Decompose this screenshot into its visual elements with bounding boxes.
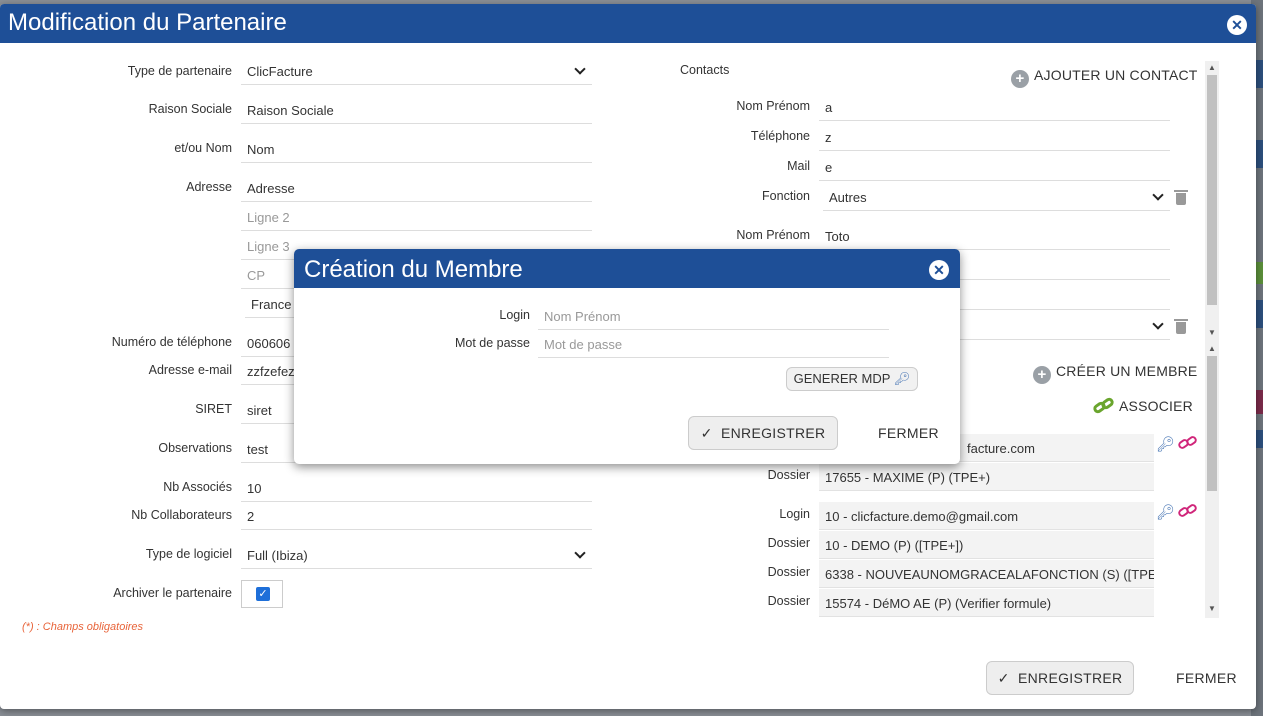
create-member-label: CRÉER UN MEMBRE [1056,363,1198,379]
key-icon[interactable]: 🔑︎ [1156,503,1175,521]
sub-modal-header: Création du Membre ✕ [294,249,960,288]
close-icon[interactable]: ✕ [929,260,949,280]
generate-password-button[interactable]: GENERER MDP 🔑︎ [786,367,918,391]
type-logiciel-label: Type de logiciel [145,547,232,561]
plus-icon: + [1033,366,1051,384]
scroll-down-icon[interactable]: ▼ [1208,604,1216,613]
scrollbar-thumb[interactable] [1207,356,1217,491]
raison-sociale-label: Raison Sociale [148,102,232,116]
type-logiciel-select[interactable]: Full (Ibiza) [241,541,592,569]
unlink-icon[interactable] [1176,502,1199,519]
trash-icon[interactable] [1174,318,1188,334]
member2-login-label: Login [779,507,810,521]
create-member-button[interactable]: + CRÉER UN MEMBRE [1033,363,1197,384]
contact-tel-input[interactable]: z [819,123,1170,151]
login-input[interactable]: Nom Prénom [538,302,889,330]
key-icon[interactable]: 🔑︎ [1156,435,1175,453]
required-fields-note: (*) : Champs obligatoires [22,621,144,633]
raison-sociale-input[interactable]: Raison Sociale [241,96,592,124]
check-icon: ✓ [700,425,713,441]
nb-associes-label: Nb Associés [163,480,232,494]
password-input[interactable]: Mot de passe [538,330,889,358]
modal-header: Modification du Partenaire ✕ [0,4,1256,43]
nb-collaborateurs-label: Nb Collaborateurs [131,508,232,522]
member1-dossier-value: 17655 - MAXIME (P) (TPE+) [819,463,1154,491]
member2-dossier-label: Dossier [767,536,810,550]
contacts-scrollbar[interactable]: ▲ ▼ [1205,61,1219,342]
adresse-line1-input[interactable]: Adresse [241,174,592,202]
type-partenaire-select[interactable]: ClicFacture [241,57,592,85]
siret-label: SIRET [195,402,232,416]
nom-label: et/ou Nom [174,141,232,155]
contact-fonction-select[interactable]: Autres [823,183,1170,211]
contact-nom-input[interactable]: a [819,93,1170,121]
archiver-label: Archiver le partenaire [113,586,232,600]
key-icon: 🔑︎ [893,371,911,386]
contact-fonction-label: Fonction [762,189,810,203]
members-scrollbar[interactable]: ▲ ▼ [1205,342,1219,618]
contact-nom-label: Nom Prénom [736,99,810,113]
unlink-icon[interactable] [1176,434,1199,451]
plus-icon: + [1011,70,1029,88]
scroll-down-icon[interactable]: ▼ [1208,328,1216,337]
password-label: Mot de passe [454,336,530,350]
telephone-label: Numéro de téléphone [111,335,232,349]
close-icon[interactable]: ✕ [1227,15,1247,35]
member2-dossier-value: 15574 - DéMO AE (P) (Verifier formule) [819,589,1154,617]
adresse-label: Adresse [186,180,232,194]
member2-dossier-value: 6338 - NOUVEAUNOMGRACEALAFONCTION (S) ([… [819,560,1154,588]
type-partenaire-label: Type de partenaire [127,64,232,78]
add-contact-button[interactable]: + AJOUTER UN CONTACT [1011,67,1198,88]
login-label: Login [499,308,530,322]
contact2-nom-input[interactable]: Toto [819,222,1170,250]
save-label: ENREGISTRER [1017,670,1123,686]
contact-tel-label: Téléphone [750,129,810,143]
member2-login-value: 10 - clicfacture.demo@gmail.com [819,502,1154,530]
sub-save-label: ENREGISTRER [720,425,826,441]
close-button[interactable]: FERMER [1176,670,1237,686]
modal-title: Modification du Partenaire [8,9,287,36]
save-button[interactable]: ✓ ENREGISTRER [986,661,1134,695]
archiver-checkbox-container: ✓ [241,580,283,608]
check-icon: ✓ [997,670,1010,686]
member2-dossier-value: 10 - DEMO (P) ([TPE+]) [819,531,1154,559]
scroll-up-icon[interactable]: ▲ [1208,63,1216,72]
sub-modal-title: Création du Membre [304,256,523,283]
scroll-up-icon[interactable]: ▲ [1208,344,1216,353]
link-icon [1091,396,1116,415]
member1-dossier-label: Dossier [767,468,810,482]
member2-dossier-label: Dossier [767,594,810,608]
email-label: Adresse e-mail [148,363,232,377]
adresse-line2-input[interactable]: Ligne 2 [241,203,592,231]
contact2-nom-label: Nom Prénom [736,228,810,242]
nb-associes-input[interactable]: 10 [241,474,592,502]
member2-dossier-label: Dossier [767,565,810,579]
associate-button[interactable]: ASSOCIER [1091,396,1193,415]
observations-label: Observations [158,441,232,455]
nom-input[interactable]: Nom [241,135,592,163]
archiver-checkbox[interactable]: ✓ [256,587,270,601]
add-contact-label: AJOUTER UN CONTACT [1034,67,1198,83]
trash-icon[interactable] [1174,189,1188,205]
contact-mail-input[interactable]: e [819,153,1170,181]
generate-label: GENERER MDP [793,371,891,386]
sub-save-button[interactable]: ✓ ENREGISTRER [688,416,838,450]
sub-close-button[interactable]: FERMER [878,425,939,441]
create-member-modal: Création du Membre ✕ Login Nom Prénom Mo… [294,249,960,464]
associate-label: ASSOCIER [1119,398,1193,414]
contact-mail-label: Mail [787,159,810,173]
nb-collaborateurs-input[interactable]: 2 [241,502,592,530]
contacts-label: Contacts [680,63,730,77]
scrollbar-thumb[interactable] [1207,75,1217,305]
